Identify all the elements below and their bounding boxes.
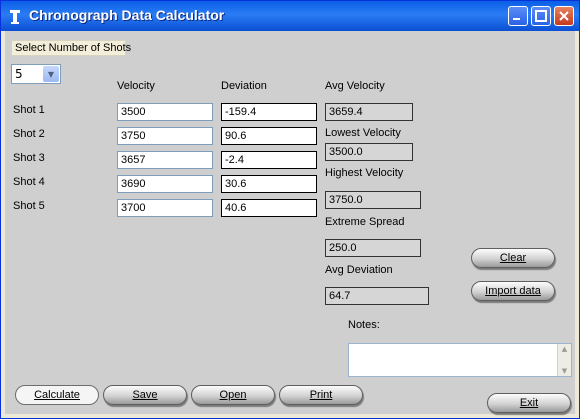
app-icon (10, 10, 20, 24)
clear-button[interactable]: Clear (471, 248, 555, 268)
avg-deviation-value: 64.7 (325, 287, 429, 305)
extreme-spread-label: Extreme Spread (325, 216, 405, 228)
title-bar[interactable]: Chronograph Data Calculator (1, 1, 579, 31)
deviation-field[interactable]: -2.4 (221, 151, 317, 169)
deviation-header: Deviation (221, 80, 267, 92)
avg-velocity-value: 3659.4 (325, 103, 413, 121)
scroll-down-icon[interactable]: ▼ (559, 367, 570, 375)
exit-button[interactable]: Exit (487, 393, 571, 413)
avg-deviation-label: Avg Deviation (325, 264, 393, 276)
extreme-spread-value: 250.0 (325, 239, 421, 257)
notes-textarea[interactable]: ▲ ▼ (348, 343, 572, 377)
shot-label: Shot 4 (13, 176, 45, 188)
deviation-field[interactable]: 30.6 (221, 175, 317, 193)
shots-count-select[interactable]: 5 ▼ (11, 64, 61, 84)
shots-selector-label: Select Number of Shots (11, 40, 131, 56)
velocity-input[interactable]: 3657 (117, 151, 213, 169)
app-window: Chronograph Data Calculator Select Numbe… (0, 0, 580, 419)
notes-label: Notes: (348, 319, 380, 331)
minimize-button[interactable] (508, 6, 528, 26)
deviation-field[interactable]: 90.6 (221, 127, 317, 145)
close-icon (559, 11, 569, 21)
print-button[interactable]: Print (279, 385, 363, 405)
shot-label: Shot 1 (13, 104, 45, 116)
close-button[interactable] (554, 6, 574, 26)
shot-label: Shot 2 (13, 128, 45, 140)
highest-velocity-value: 3750.0 (325, 191, 421, 209)
lowest-velocity-value: 3500.0 (325, 143, 413, 161)
minimize-icon (513, 18, 520, 20)
maximize-button[interactable] (531, 6, 551, 26)
deviation-field[interactable]: 40.6 (221, 199, 317, 217)
shot-label: Shot 5 (13, 200, 45, 212)
notes-scrollbar[interactable]: ▲ ▼ (557, 344, 571, 376)
deviation-field[interactable]: -159.4 (221, 103, 317, 121)
velocity-input[interactable]: 3500 (117, 103, 213, 121)
shot-label: Shot 3 (13, 152, 45, 164)
highest-velocity-label: Highest Velocity (325, 167, 404, 179)
lowest-velocity-label: Lowest Velocity (325, 127, 401, 139)
calculate-button[interactable]: Calculate (15, 385, 99, 405)
shots-count-value: 5 (15, 67, 23, 81)
velocity-input[interactable]: 3750 (117, 127, 213, 145)
maximize-icon (535, 10, 547, 22)
window-title: Chronograph Data Calculator (29, 7, 225, 23)
chevron-down-icon[interactable]: ▼ (43, 66, 59, 82)
client-area: Select Number of Shots 5 ▼ Velocity Devi… (5, 31, 575, 414)
import-data-button[interactable]: Import data (471, 281, 555, 301)
scroll-up-icon[interactable]: ▲ (559, 345, 570, 353)
velocity-input[interactable]: 3700 (117, 199, 213, 217)
save-button[interactable]: Save (103, 385, 187, 405)
velocity-header: Velocity (117, 80, 155, 92)
avg-velocity-label: Avg Velocity (325, 80, 385, 92)
velocity-input[interactable]: 3690 (117, 175, 213, 193)
open-button[interactable]: Open (191, 385, 275, 405)
